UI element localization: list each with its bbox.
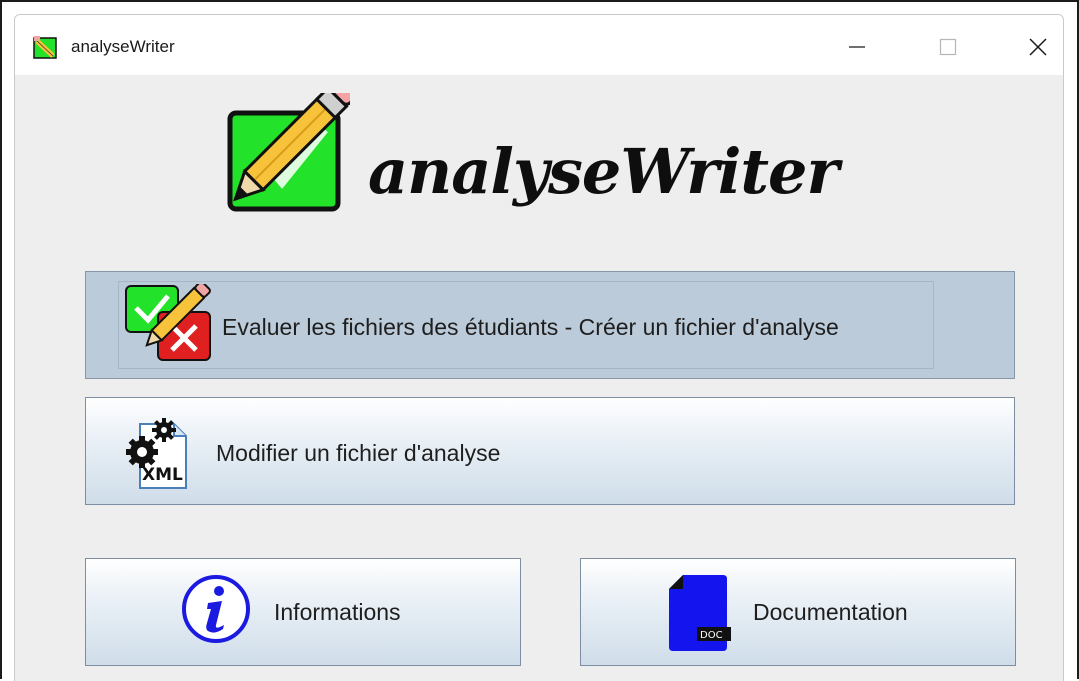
minimize-button[interactable] [827,29,887,65]
documentation-button[interactable]: DOC Documentation [580,558,1016,666]
maximize-button[interactable] [918,29,978,65]
screen-frame: analyseWriter analyseWriter Evaluer les … [0,0,1079,681]
modifier-label: Modifier un fichier d'analyse [216,440,501,466]
logo-text: analyseWriter [368,135,839,208]
xml-gears-icon: XML [126,418,187,489]
app-logo: analyseWriter [220,93,900,243]
evaluer-label: Evaluer les fichiers des étudiants - Cré… [222,314,839,340]
documentation-label: Documentation [753,599,908,625]
maximize-icon [939,38,957,56]
app-icon [33,36,57,59]
informations-label: Informations [274,599,401,625]
info-icon [182,575,250,643]
close-icon [1029,38,1047,56]
informations-button[interactable]: Informations [85,558,521,666]
evaluer-button[interactable]: Evaluer les fichiers des étudiants - Cré… [85,271,1015,379]
logo-pencil-icon [227,93,350,212]
title-bar[interactable]: analyseWriter [15,15,1063,75]
modifier-button[interactable]: XML Modifier un fichier d'analyse [85,397,1015,505]
close-button[interactable] [1008,29,1063,65]
pencil-check-cross-icon [125,284,211,361]
doc-icon-text: DOC [700,630,723,641]
xml-icon-text: XML [142,465,183,485]
minimize-icon [849,46,865,48]
window-title: analyseWriter [71,37,175,56]
app-window: analyseWriter analyseWriter Evaluer les … [14,14,1064,681]
doc-file-icon: DOC [669,575,731,651]
